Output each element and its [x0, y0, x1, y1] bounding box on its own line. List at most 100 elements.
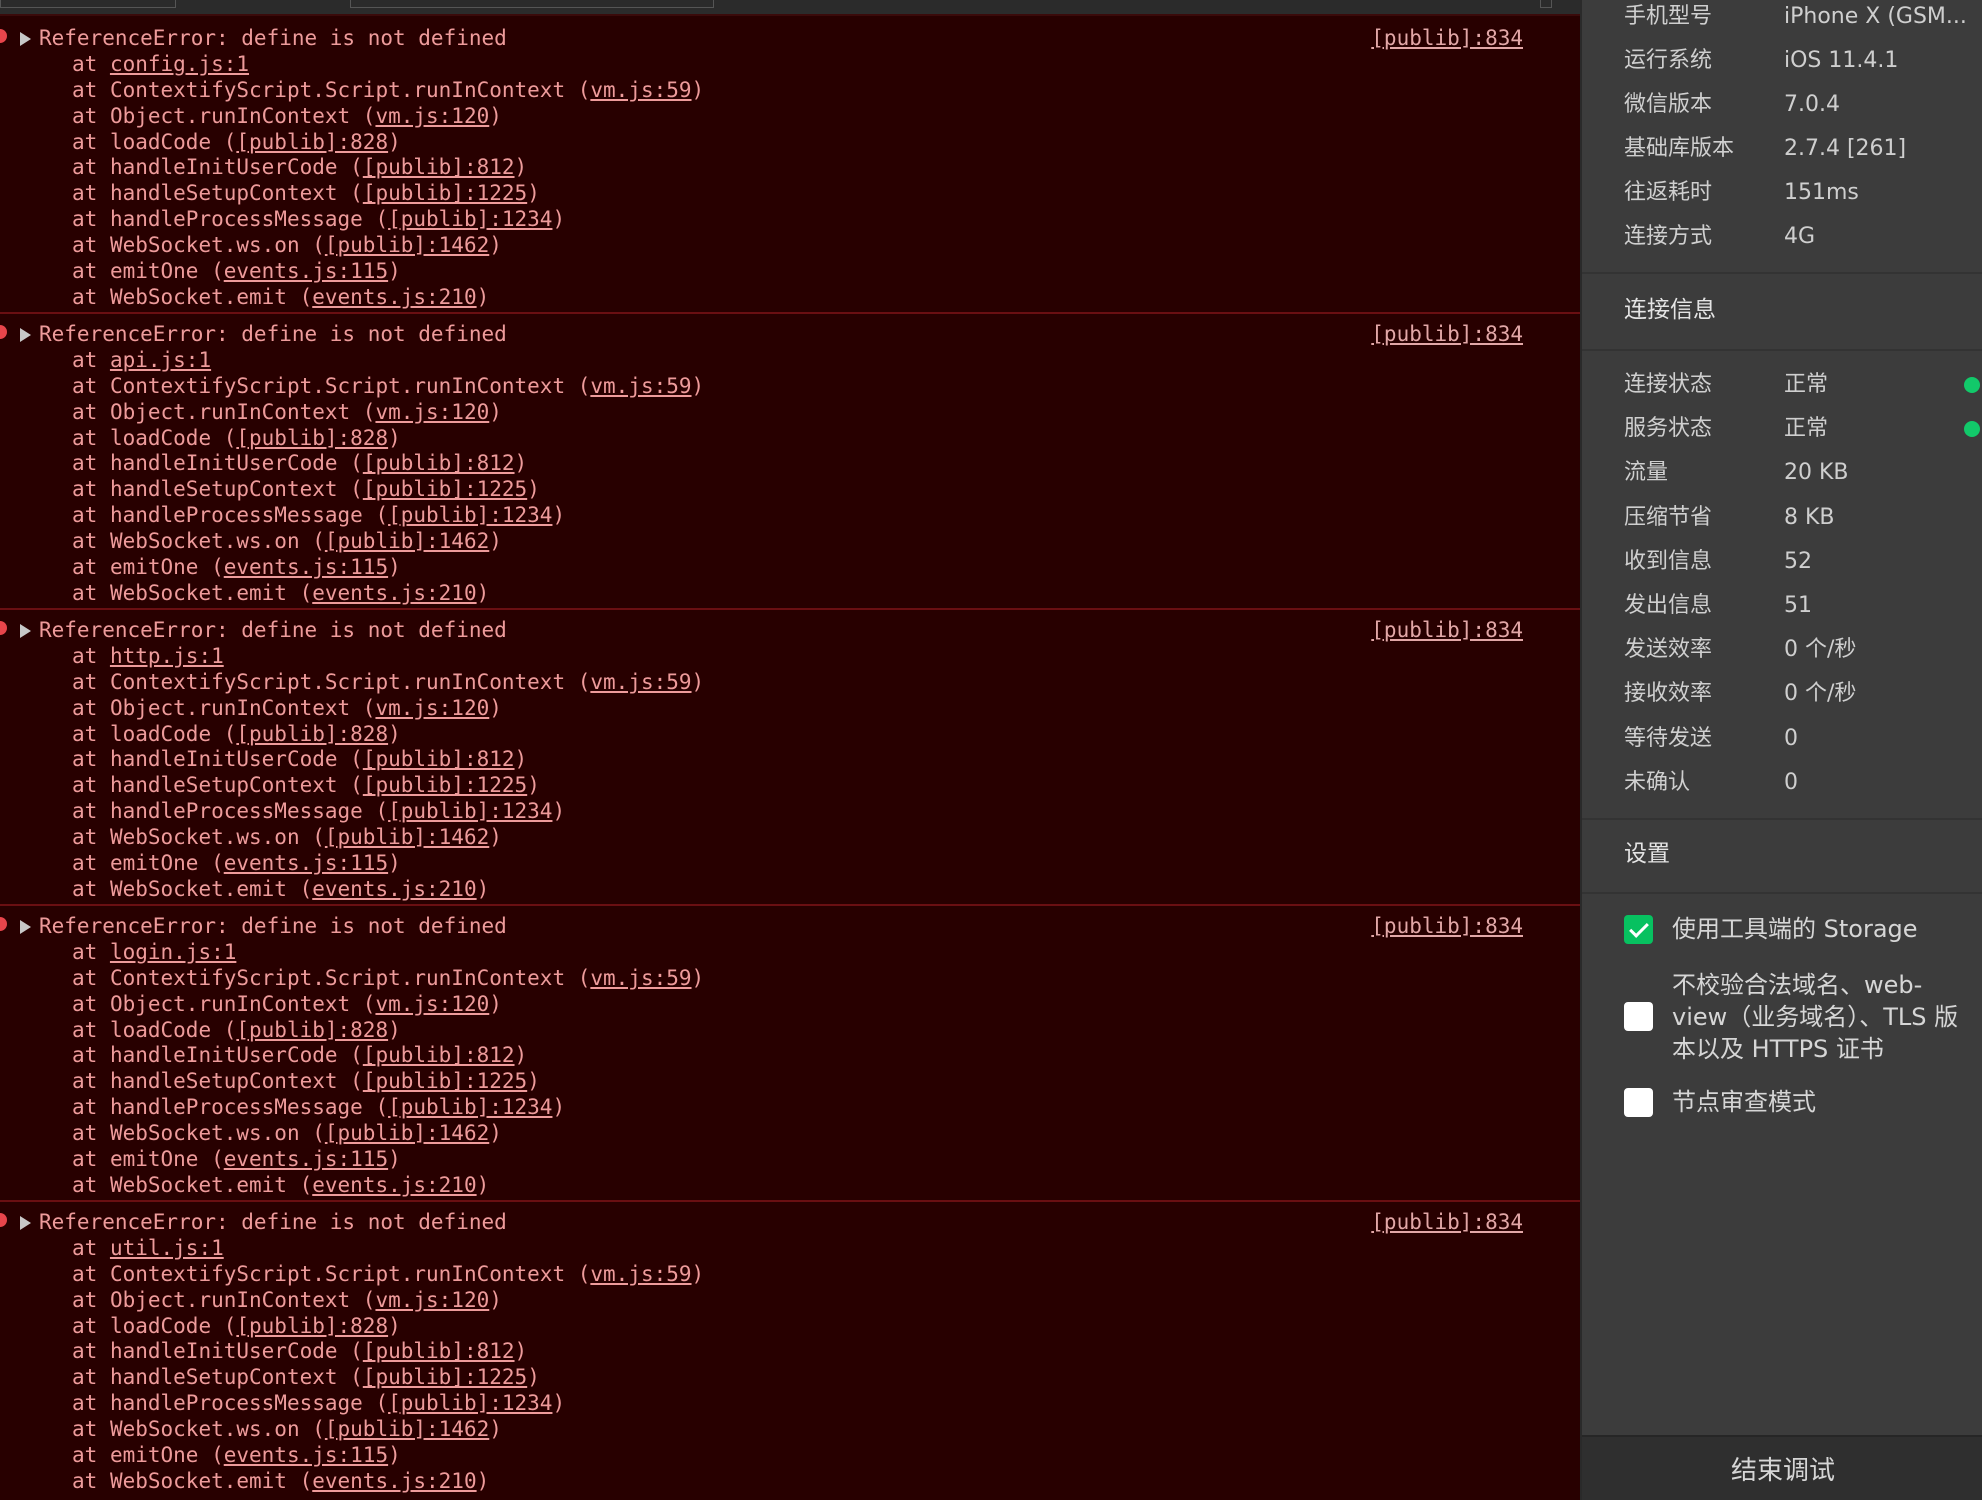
stack-frame: at emitOne (events.js:115) — [0, 555, 1580, 581]
stack-frame-link[interactable]: events.js:210 — [312, 285, 476, 309]
stack-frame-at: at — [72, 851, 110, 876]
stack-frame-link[interactable]: vm.js:120 — [375, 992, 489, 1016]
connection-info-value: 20 KB — [1784, 460, 1849, 485]
stack-frame-link[interactable]: [publib]:812 — [363, 1043, 515, 1067]
stack-frame-at: at — [72, 1017, 110, 1042]
stack-frame-link[interactable]: vm.js:59 — [590, 1262, 691, 1286]
source-link[interactable]: [publib]:834 — [1371, 914, 1523, 940]
stack-frame-link[interactable]: [publib]:812 — [363, 451, 515, 475]
stack-frame-at: at — [72, 965, 110, 990]
stack-frame-link[interactable]: [publib]:1462 — [325, 825, 489, 849]
stack-frame-link[interactable]: [publib]:1462 — [325, 1121, 489, 1145]
stack-frame: at Object.runInContext (vm.js:120) — [0, 696, 1580, 722]
stack-frame-link[interactable]: events.js:115 — [224, 1443, 388, 1467]
stack-frame-link[interactable]: [publib]:1225 — [363, 773, 527, 797]
stack-frame-link[interactable]: events.js:115 — [224, 851, 388, 875]
stack-frame-link[interactable]: events.js:210 — [312, 877, 476, 901]
stack-frame-link[interactable]: [publib]:1234 — [388, 503, 552, 527]
stack-frame-link[interactable]: vm.js:120 — [375, 104, 489, 128]
stack-frame-link[interactable]: vm.js:120 — [375, 696, 489, 720]
stack-frame-link[interactable]: [publib]:1462 — [325, 529, 489, 553]
closing-paren: ) — [489, 233, 502, 258]
stack-frame-link[interactable]: [publib]:1234 — [388, 207, 552, 231]
stack-frame-link[interactable]: vm.js:120 — [375, 1288, 489, 1312]
stack-frame-link[interactable]: [publib]:1225 — [363, 1365, 527, 1389]
stack-frame-link[interactable]: api.js:1 — [110, 348, 211, 372]
node-inspect-option[interactable]: 节点审查模式 — [1624, 1086, 1964, 1122]
skip-domain-check-checkbox[interactable] — [1624, 1002, 1653, 1031]
stack-frame-link[interactable]: events.js:210 — [312, 581, 476, 605]
connection-info-value: 51 — [1784, 593, 1812, 618]
expand-triangle-icon[interactable] — [20, 920, 31, 934]
stack-frame-link[interactable]: vm.js:59 — [590, 78, 691, 102]
stack-frame-link[interactable]: [publib]:812 — [363, 1339, 515, 1363]
stack-frame-link[interactable]: [publib]:1462 — [325, 233, 489, 257]
source-link[interactable]: [publib]:834 — [1371, 26, 1523, 52]
stack-frame: at WebSocket.emit (events.js:210) — [0, 1469, 1580, 1495]
node-inspect-option-label: 节点审查模式 — [1672, 1088, 1816, 1116]
closing-paren: ) — [552, 503, 566, 528]
stack-frame-link[interactable]: [publib]:1225 — [363, 477, 527, 501]
stack-frame-at: at — [72, 825, 110, 850]
stack-frame-at: at — [72, 1365, 110, 1390]
storage-checkbox[interactable] — [1624, 915, 1653, 944]
stack-frame-link[interactable]: events.js:115 — [224, 555, 388, 579]
toolbar-segment[interactable] — [0, 0, 176, 8]
stack-frame-at: at — [72, 503, 110, 528]
stack-frame-at: at — [72, 451, 110, 476]
stack-frame-link[interactable]: vm.js:59 — [590, 374, 691, 398]
stack-frame-link[interactable]: [publib]:828 — [236, 722, 388, 746]
stack-frame-link[interactable]: [publib]:1462 — [325, 1417, 489, 1441]
expand-triangle-icon[interactable] — [20, 624, 31, 638]
stack-frame-link[interactable]: [publib]:1234 — [388, 1391, 552, 1415]
stack-frame-at: at — [72, 207, 110, 232]
stack-frame-link[interactable]: vm.js:120 — [375, 400, 489, 424]
closing-paren: ) — [388, 259, 401, 284]
stack-frame-link[interactable]: [publib]:812 — [363, 747, 515, 771]
stack-frame-link[interactable]: config.js:1 — [110, 52, 249, 76]
stack-frame: at Object.runInContext (vm.js:120) — [0, 992, 1580, 1018]
stack-frame-function: handleInitUserCode ( — [109, 451, 363, 476]
error-message-text: ReferenceError: define is not defined — [39, 26, 507, 50]
stack-frame-link[interactable]: events.js:115 — [224, 1147, 388, 1171]
source-link[interactable]: [publib]:834 — [1371, 1210, 1523, 1236]
connection-info-key: 流量 — [1624, 460, 1669, 485]
stack-frame-link[interactable]: [publib]:828 — [236, 1018, 388, 1042]
stack-frame-link[interactable]: [publib]:1225 — [363, 1069, 527, 1093]
skip-domain-check-option[interactable]: 不校验合法域名、web-view（业务域名）、TLS 版本以及 HTTPS 证书 — [1624, 969, 1964, 1069]
expand-triangle-icon[interactable] — [20, 32, 31, 46]
storage-option[interactable]: 使用工具端的 Storage — [1624, 913, 1964, 949]
source-link[interactable]: [publib]:834 — [1371, 618, 1523, 644]
stack-frame-link[interactable]: vm.js:59 — [590, 670, 691, 694]
stack-frame-link[interactable]: [publib]:828 — [236, 426, 388, 450]
expand-triangle-icon[interactable] — [20, 1216, 31, 1230]
stack-frame: at loadCode ([publib]:828) — [0, 722, 1580, 748]
device-info-value: 151ms — [1784, 180, 1859, 205]
toolbar-segment[interactable] — [1540, 0, 1552, 8]
stack-frame-link[interactable]: [publib]:1225 — [363, 181, 527, 205]
stack-frame-link[interactable]: [publib]:828 — [236, 130, 388, 154]
stack-frame-link[interactable]: vm.js:59 — [590, 966, 691, 990]
source-link[interactable]: [publib]:834 — [1371, 322, 1523, 348]
stack-frame-link[interactable]: [publib]:828 — [236, 1314, 388, 1338]
stack-frame: at emitOne (events.js:115) — [0, 1147, 1580, 1173]
stack-frame: at WebSocket.ws.on ([publib]:1462) — [0, 825, 1580, 851]
stack-frame-link[interactable]: events.js:115 — [224, 259, 388, 283]
stack-frame-link[interactable]: http.js:1 — [110, 644, 224, 668]
stack-frame-link[interactable]: util.js:1 — [110, 1236, 224, 1260]
stack-frame-link[interactable]: events.js:210 — [312, 1469, 476, 1493]
end-debug-button[interactable]: 结束调试 — [1582, 1435, 1982, 1500]
stack-frame-link[interactable]: events.js:210 — [312, 1173, 476, 1197]
stack-frame-link[interactable]: [publib]:1234 — [388, 1095, 552, 1119]
expand-triangle-icon[interactable] — [20, 328, 31, 342]
filter-input[interactable] — [350, 0, 714, 8]
stack-frame-link[interactable]: [publib]:812 — [363, 155, 515, 179]
closing-paren: ) — [514, 451, 528, 476]
connection-info-key: 服务状态 — [1624, 416, 1713, 441]
stack-frame: at api.js:1 — [0, 348, 1580, 374]
stack-frame-function: handleProcessMessage ( — [109, 503, 389, 528]
node-inspect-checkbox[interactable] — [1624, 1088, 1653, 1117]
stack-frame-link[interactable]: login.js:1 — [110, 940, 236, 964]
stack-frame-at: at — [72, 799, 110, 824]
stack-frame-link[interactable]: [publib]:1234 — [388, 799, 552, 823]
